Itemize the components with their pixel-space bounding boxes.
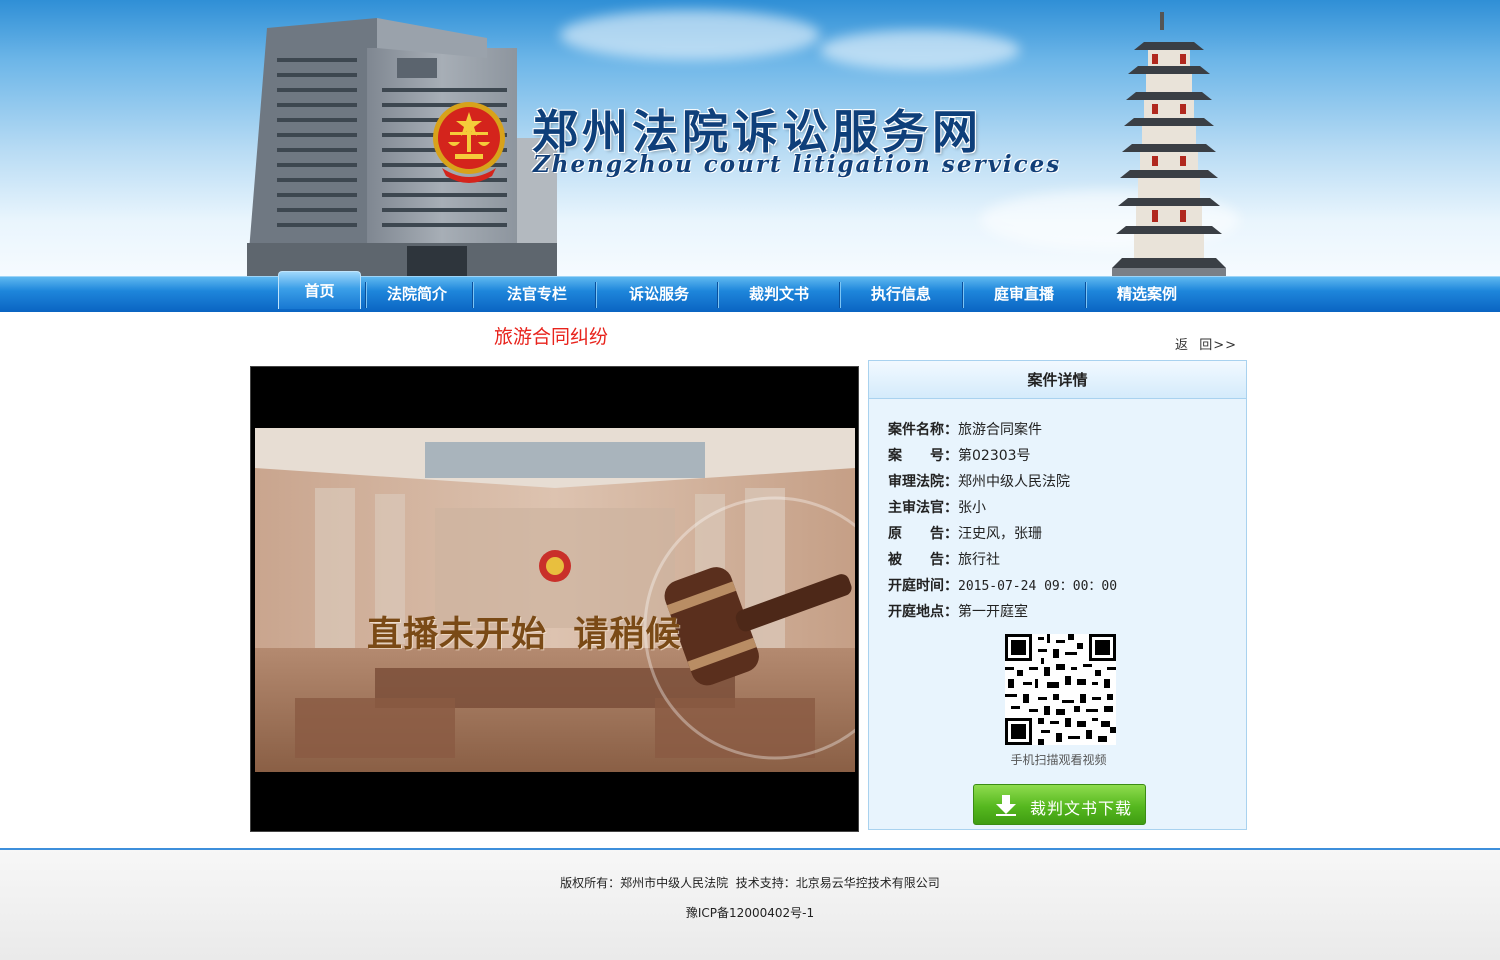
nav-item-live-trials[interactable]: 庭审直播 (964, 277, 1084, 313)
page-footer: 版权所有：郑州市中级人民法院 技术支持：北京易云华控技术有限公司 豫ICP备12… (0, 848, 1500, 960)
main-nav: 首页 法院简介 法官专栏 诉讼服务 裁判文书 执行信息 庭审直播 精选案例 (0, 271, 1500, 313)
nav-item-court-intro[interactable]: 法院简介 (367, 277, 467, 313)
detail-value: 第02303号 (958, 448, 1031, 464)
detail-row-plaintiff: 原 告：汪史风，张珊 (888, 523, 1042, 543)
detail-value: 旅游合同案件 (958, 422, 1042, 438)
nav-item-home[interactable]: 首页 (278, 271, 361, 309)
cloud-decoration (820, 30, 1020, 70)
video-placeholder-image: 直播未开始 请稍候 (255, 428, 855, 772)
detail-label: 开庭时间： (888, 578, 958, 594)
detail-row-defendant: 被 告：旅行社 (888, 549, 1000, 569)
detail-value: 2015-07-24 09：00：00 (958, 579, 1118, 594)
detail-row-presiding-judge: 主审法官：张小 (888, 497, 986, 517)
detail-value: 旅行社 (958, 552, 1000, 568)
detail-label: 主审法官： (888, 500, 958, 516)
nav-item-featured-cases[interactable]: 精选案例 (1087, 277, 1207, 313)
cloud-decoration (560, 10, 820, 60)
nav-item-enforcement[interactable]: 执行信息 (841, 277, 961, 313)
detail-row-court: 审理法院：郑州中级人民法院 (888, 471, 1070, 491)
detail-label: 案件名称： (888, 422, 958, 438)
detail-label: 原 告： (888, 526, 958, 542)
court-emblem-icon (433, 102, 505, 183)
pagoda-tower-image (1112, 12, 1226, 276)
court-building-image (247, 18, 557, 276)
case-detail-heading: 案件详情 (869, 361, 1246, 399)
detail-label: 被 告： (888, 552, 958, 568)
nav-item-judgments[interactable]: 裁判文书 (719, 277, 839, 313)
detail-row-case-name: 案件名称：旅游合同案件 (888, 419, 1042, 439)
detail-row-case-number: 案 号：第02303号 (888, 445, 1031, 465)
detail-value: 汪史风，张珊 (958, 526, 1042, 542)
header-banner: 郑州法院诉讼服务网 Zhengzhou court litigation ser… (0, 0, 1500, 276)
courtroom-image (255, 428, 855, 772)
video-player[interactable]: 直播未开始 请稍候 (250, 366, 859, 832)
case-title: 旅游合同纠纷 (494, 326, 609, 348)
qr-caption: 手机扫描观看视频 (1010, 753, 1107, 767)
case-detail-panel: 案件详情 案件名称：旅游合同案件 案 号：第02303号 审理法院：郑州中级人民… (868, 360, 1247, 830)
footer-copyright: 版权所有：郑州市中级人民法院 技术支持：北京易云华控技术有限公司 (560, 876, 940, 890)
nav-item-judge-column[interactable]: 法官专栏 (474, 277, 600, 313)
detail-row-hearing-time: 开庭时间：2015-07-24 09：00：00 (888, 575, 1117, 595)
detail-value: 郑州中级人民法院 (958, 474, 1070, 490)
detail-value: 第一开庭室 (958, 604, 1028, 620)
download-button-label: 裁判文书下载 (1030, 799, 1133, 818)
site-subtitle: Zhengzhou court litigation services (533, 151, 1062, 178)
nav-item-litigation-services[interactable]: 诉讼服务 (597, 277, 721, 313)
footer-icp-number[interactable]: 豫ICP备12000402号-1 (0, 904, 1500, 921)
detail-label: 案 号： (888, 448, 958, 464)
qr-code-icon (1005, 634, 1116, 745)
download-arrow-icon (996, 795, 1016, 816)
detail-label: 开庭地点： (888, 604, 958, 620)
download-judgment-button[interactable]: 裁判文书下载 (973, 784, 1146, 825)
detail-value: 张小 (958, 500, 986, 516)
detail-row-hearing-location: 开庭地点：第一开庭室 (888, 601, 1028, 621)
video-status-message: 直播未开始 请稍候 (367, 615, 682, 655)
detail-label: 审理法院： (888, 474, 958, 490)
back-link[interactable]: 返 回>> (1175, 334, 1237, 353)
